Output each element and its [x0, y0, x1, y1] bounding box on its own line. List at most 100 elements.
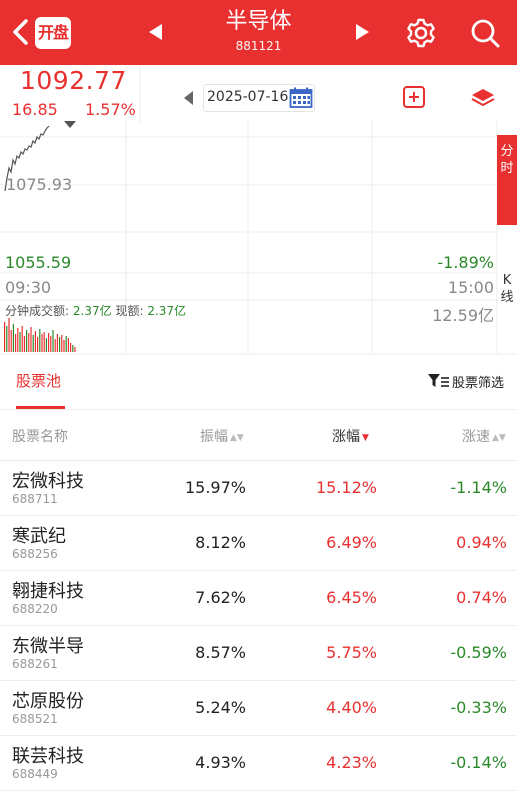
gear-icon[interactable] — [404, 16, 438, 54]
stock-name: 翱捷科技 — [12, 581, 84, 602]
table-row[interactable]: 联芸科技 688449 4.93% 4.23% -0.14% — [0, 736, 517, 791]
stock-amplitude: 8.57% — [195, 643, 246, 662]
col-header-change-label: 涨幅 — [332, 429, 360, 445]
volume-bar — [50, 336, 52, 352]
table-row[interactable]: 寒武纪 688256 8.12% 6.49% 0.94% — [0, 516, 517, 571]
volume-bar — [23, 336, 25, 352]
stock-amplitude: 5.24% — [195, 698, 246, 717]
volume-bar — [21, 326, 23, 352]
volume-bar — [39, 329, 41, 352]
volume-max-label: 12.59亿 — [432, 306, 494, 325]
stock-change: 4.23% — [326, 753, 377, 772]
volume-bar — [32, 335, 34, 352]
sort-desc-icon: ▼ — [362, 433, 369, 443]
volume-bar — [10, 330, 12, 352]
volume-info: 分钟成交额: 2.37亿 现额: 2.37亿 — [5, 302, 186, 319]
current-prefix: 现额: — [115, 304, 144, 318]
tab-stock-pool[interactable]: 股票池 — [16, 370, 61, 391]
volume-bar — [15, 334, 17, 352]
tab-kline[interactable]: K线 — [497, 268, 517, 318]
index-price: 1092.77 — [20, 66, 127, 95]
stock-speed: 0.94% — [456, 533, 507, 552]
stock-code: 688711 — [12, 492, 58, 506]
search-icon[interactable] — [468, 16, 502, 54]
volume-bar — [45, 338, 47, 352]
volume-bar — [30, 327, 32, 352]
layers-icon[interactable] — [470, 85, 496, 113]
filter-icon[interactable] — [428, 373, 450, 393]
volume-bar — [37, 337, 39, 352]
divider — [0, 409, 517, 410]
chart-high-label: 1075.93 — [6, 175, 73, 194]
volume-prefix: 分钟成交额: — [5, 304, 70, 318]
stock-code: 688449 — [12, 767, 58, 781]
add-watchlist-icon[interactable] — [402, 85, 426, 113]
expand-caret-icon[interactable] — [64, 121, 76, 128]
stock-code: 688256 — [12, 547, 58, 561]
volume-bar — [6, 326, 8, 352]
volume-bar — [61, 335, 63, 352]
stock-name: 东微半导 — [12, 636, 84, 657]
volume-bar — [70, 343, 72, 352]
chart-low-pct: -1.89% — [437, 253, 494, 272]
volume-bar — [41, 334, 43, 352]
stock-speed: -0.33% — [450, 698, 507, 717]
chart-low-label: 1055.59 — [5, 253, 72, 272]
sort-icon: ▲▼ — [492, 433, 506, 443]
stock-speed: -0.14% — [450, 753, 507, 772]
stock-amplitude: 15.97% — [184, 478, 246, 497]
volume-bars — [4, 318, 76, 352]
volume-bar — [17, 328, 19, 352]
stock-change: 5.75% — [326, 643, 377, 662]
tab-fenshi[interactable]: 分时 — [497, 135, 517, 225]
volume-bar — [56, 334, 58, 352]
table-row[interactable]: 芯原股份 688521 5.24% 4.40% -0.33% — [0, 681, 517, 736]
volume-bar — [48, 333, 50, 352]
volume-bar — [63, 340, 65, 352]
stock-name: 宏微科技 — [12, 471, 84, 492]
stock-name: 寒武纪 — [12, 526, 66, 547]
page-title: 半导体 — [225, 9, 292, 34]
filter-label: 股票筛选 — [452, 376, 505, 391]
volume-bar — [28, 333, 30, 352]
volume-bar — [4, 322, 6, 352]
stock-name: 联芸科技 — [12, 746, 84, 767]
index-change-pct: 1.57% — [85, 100, 136, 119]
stock-amplitude: 8.12% — [195, 533, 246, 552]
stock-code: 688220 — [12, 602, 58, 616]
volume-bar — [54, 339, 56, 352]
calendar-icon[interactable] — [289, 87, 313, 113]
volume-bar — [26, 330, 28, 352]
table-row[interactable]: 宏微科技 688711 15.97% 15.12% -1.14% — [0, 461, 517, 516]
volume-bar — [43, 332, 45, 352]
table-row[interactable]: 翱捷科技 688220 7.62% 6.45% 0.74% — [0, 571, 517, 626]
stock-code: 688261 — [12, 657, 58, 671]
col-header-speed[interactable]: 涨速 ▲▼ — [462, 426, 506, 446]
volume-bar — [52, 330, 54, 352]
sort-icon: ▲▼ — [230, 433, 244, 443]
volume-bar — [65, 336, 67, 352]
stock-amplitude: 4.93% — [195, 753, 246, 772]
table-row[interactable]: 东微半导 688261 8.57% 5.75% -0.59% — [0, 626, 517, 681]
col-header-change[interactable]: 涨幅 ▼ — [332, 426, 369, 446]
stock-speed: -0.59% — [450, 643, 507, 662]
top-header: 开盘 半导体 881121 — [0, 0, 517, 65]
stock-amplitude: 7.62% — [195, 588, 246, 607]
stock-name: 芯原股份 — [12, 691, 84, 712]
next-sector-icon[interactable] — [355, 22, 371, 46]
volume-bar — [59, 337, 61, 352]
stock-speed: -1.14% — [450, 478, 507, 497]
date-value: 2025-07-16 — [207, 89, 289, 105]
current-value: 2.37亿 — [147, 304, 187, 318]
volume-bar — [67, 338, 69, 352]
col-header-name: 股票名称 — [12, 429, 68, 445]
volume-bar — [74, 347, 76, 352]
chart-time-start: 09:30 — [5, 278, 52, 297]
sector-code: 881121 — [235, 39, 282, 53]
col-header-amplitude[interactable]: 振幅 ▲▼ — [200, 426, 244, 446]
volume-bar — [34, 331, 36, 352]
chart-time-end: 15:00 — [447, 278, 494, 297]
date-prev-icon[interactable] — [184, 91, 193, 105]
index-change: 16.85 — [12, 100, 58, 119]
stock-filter-button[interactable]: 股票筛选 — [452, 372, 504, 391]
